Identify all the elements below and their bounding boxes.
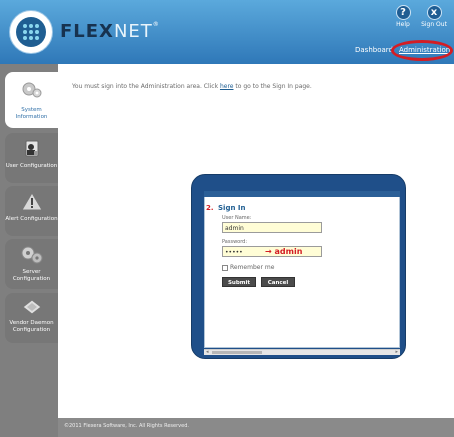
here-link[interactable]: here	[220, 83, 234, 90]
sign-out-icon: x	[426, 5, 442, 20]
sidebar-item-label: Vendor Daemon Configuration	[9, 320, 54, 333]
help-label: Help	[396, 21, 410, 28]
sign-in-title: Sign In	[218, 204, 246, 212]
annotation-ring	[391, 40, 453, 61]
server-gears-icon	[21, 245, 43, 264]
username-field[interactable]: admin	[222, 222, 322, 233]
help-button[interactable]: ? Help	[387, 5, 419, 28]
cancel-button[interactable]: Cancel	[261, 277, 295, 287]
dot-grid-icon	[23, 24, 39, 40]
password-label: Password:	[222, 239, 248, 245]
sidebar-item-server-configuration[interactable]: Server Configuration	[5, 239, 58, 289]
sidebar: System Information User Configuration Al…	[0, 64, 58, 437]
annotation-password-hint: → admin	[265, 247, 303, 256]
sidebar-item-user-configuration[interactable]: User Configuration	[5, 133, 58, 183]
dashboard-link[interactable]: Dashboard	[355, 46, 393, 54]
daemon-icon	[21, 298, 43, 317]
sign-in-notice: You must sign into the Administration ar…	[72, 83, 312, 90]
sidebar-item-label: Alert Configuration	[5, 216, 58, 222]
sidebar-item-alert-configuration[interactable]: Alert Configuration	[5, 186, 58, 236]
sidebar-item-label: User Configuration	[5, 163, 58, 169]
help-icon: ?	[395, 5, 411, 20]
copyright-text: ©2011 Flexera Software, Inc. All Rights …	[64, 423, 189, 429]
alert-icon	[21, 192, 43, 211]
footer: ©2011 Flexera Software, Inc. All Rights …	[58, 418, 454, 437]
submit-button[interactable]: Submit	[222, 277, 256, 287]
scroll-right-icon[interactable]: ▸	[395, 349, 398, 355]
brand-name: FLEXNET®	[60, 21, 160, 42]
header-bar: FLEXNET® ? Help x Sign Out Dashboard Adm…	[0, 0, 454, 64]
sidebar-item-system-information[interactable]: System Information	[5, 72, 58, 128]
sign-out-button[interactable]: x Sign Out	[418, 5, 450, 28]
sidebar-item-label: Server Configuration	[12, 269, 51, 282]
username-label: User Name:	[222, 215, 252, 221]
gears-icon	[21, 80, 43, 99]
sidebar-item-vendor-daemon-configuration[interactable]: Vendor Daemon Configuration	[5, 293, 58, 343]
annotation-step-2: 2.	[206, 204, 214, 212]
horizontal-scrollbar[interactable]: ◂ ▸	[204, 349, 400, 355]
scroll-left-icon[interactable]: ◂	[206, 349, 209, 355]
user-icon	[21, 139, 43, 158]
panel-top-bar	[204, 191, 400, 197]
remember-me-checkbox[interactable]	[222, 264, 228, 271]
remember-me-label: Remember me	[230, 264, 275, 271]
sign-out-label: Sign Out	[421, 21, 447, 28]
sidebar-item-label: System Information	[15, 107, 48, 120]
flexnet-logo	[9, 10, 53, 54]
main-content: You must sign into the Administration ar…	[58, 64, 454, 427]
remember-me[interactable]: Remember me	[222, 264, 274, 271]
scrollbar-thumb[interactable]	[212, 351, 262, 354]
